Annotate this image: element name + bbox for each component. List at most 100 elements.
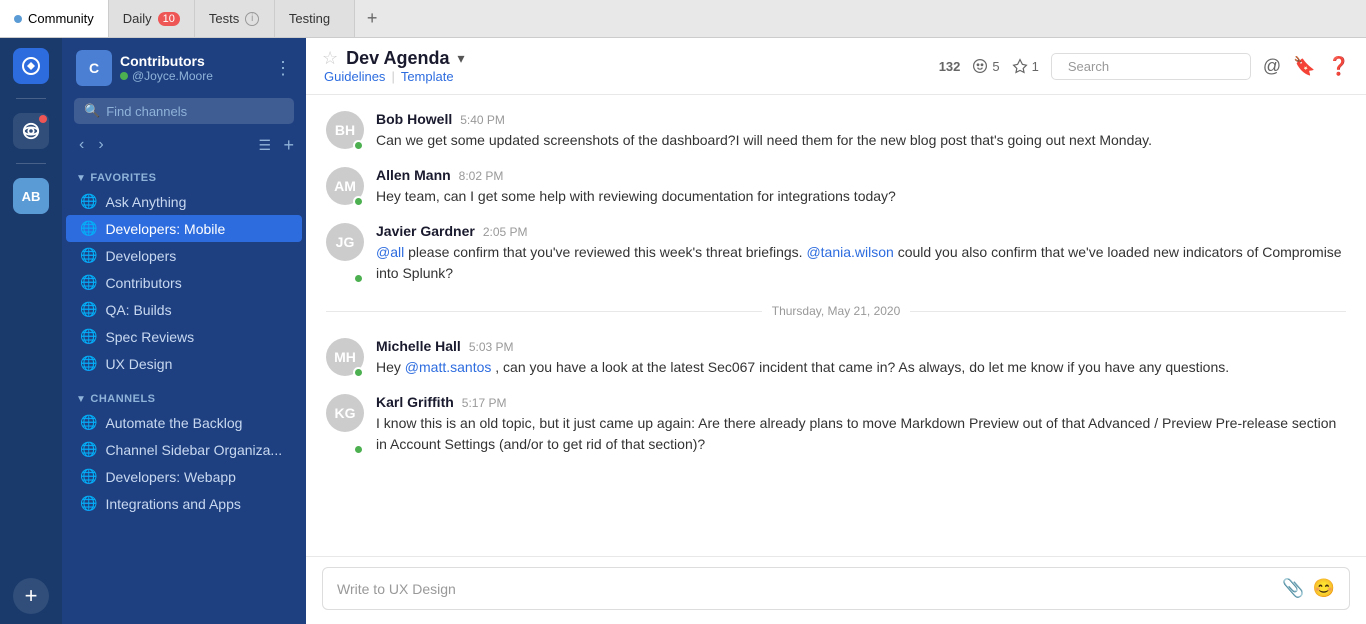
ab-button[interactable]: AB bbox=[13, 178, 49, 214]
username-row: @Joyce.Moore bbox=[120, 69, 266, 83]
bob-howell-online-badge bbox=[353, 140, 364, 151]
karl-griffith-time: 5:17 PM bbox=[462, 396, 507, 410]
messages-area: BH Bob Howell 5:40 PM Can we get some up… bbox=[306, 95, 1366, 556]
message-karl-griffith: KG Karl Griffith 5:17 PM I know this is … bbox=[326, 394, 1346, 455]
tab-testing[interactable]: Testing bbox=[275, 0, 355, 37]
javier-text-1: please confirm that you've reviewed this… bbox=[408, 244, 806, 260]
javier-gardner-msg-header: Javier Gardner 2:05 PM bbox=[376, 223, 1346, 239]
allen-mann-online-badge bbox=[353, 196, 364, 207]
template-link[interactable]: Template bbox=[401, 69, 454, 84]
attachment-icon[interactable]: 📎 bbox=[1282, 578, 1304, 599]
channel-globe-icon: 🌐 bbox=[80, 220, 97, 237]
reactions-count: 5 bbox=[992, 59, 999, 74]
tab-tests[interactable]: Tests i bbox=[195, 0, 275, 37]
message-allen-mann: AM Allen Mann 8:02 PM Hey team, can I ge… bbox=[326, 167, 1346, 207]
pin-icon bbox=[1012, 58, 1028, 74]
main-layout: AB + C Contributors @Joyce.Moore ⋮ 🔍 ‹ bbox=[0, 38, 1366, 624]
reaction-icon bbox=[972, 58, 988, 74]
channel-name-dropdown-icon[interactable]: ▾ bbox=[458, 50, 465, 67]
channel-item-label: Developers: Webapp bbox=[105, 469, 235, 485]
michelle-hall-text: Hey @matt.santos , can you have a look a… bbox=[376, 357, 1346, 378]
nav-back-button[interactable]: ‹ bbox=[74, 134, 89, 156]
mention-all: @all bbox=[376, 244, 404, 260]
user-info: Contributors @Joyce.Moore bbox=[120, 53, 266, 83]
sidebar-menu-button[interactable]: ⋮ bbox=[274, 58, 292, 79]
channel-item-ask-anything[interactable]: 🌐 Ask Anything bbox=[66, 188, 302, 215]
karl-griffith-author: Karl Griffith bbox=[376, 394, 454, 410]
spy-icon-btn[interactable] bbox=[13, 113, 49, 149]
help-button[interactable]: ❓ bbox=[1328, 56, 1350, 77]
header-right: 132 5 1 @ 🔖 ❓ bbox=[939, 53, 1350, 80]
allen-mann-text: Hey team, can I get some help with revie… bbox=[376, 186, 1346, 207]
allen-mann-msg-header: Allen Mann 8:02 PM bbox=[376, 167, 1346, 183]
javier-gardner-message-body: Javier Gardner 2:05 PM @all please confi… bbox=[376, 223, 1346, 284]
workspace-avatar-initials: C bbox=[76, 50, 112, 86]
tab-community[interactable]: Community bbox=[0, 0, 109, 37]
app-icon[interactable] bbox=[13, 48, 49, 84]
message-input-area: 📎 😊 bbox=[306, 556, 1366, 624]
sidebar-divider-1 bbox=[16, 98, 46, 99]
at-mention-button[interactable]: @ bbox=[1263, 56, 1281, 77]
michelle-hall-message-body: Michelle Hall 5:03 PM Hey @matt.santos ,… bbox=[376, 338, 1346, 378]
links-separator: | bbox=[391, 69, 394, 84]
michelle-text-2: , can you have a look at the latest Sec0… bbox=[495, 359, 1229, 375]
tab-tests-info: i bbox=[245, 12, 259, 26]
message-input[interactable] bbox=[337, 581, 1274, 597]
channel-item-developers[interactable]: 🌐 Developers bbox=[66, 242, 302, 269]
channel-item-label: Automate the Backlog bbox=[105, 415, 242, 431]
nav-add-button[interactable]: + bbox=[283, 135, 294, 156]
javier-gardner-online-badge bbox=[353, 273, 364, 284]
channels-label: CHANNELS bbox=[90, 393, 155, 405]
pins-count: 1 bbox=[1032, 59, 1039, 74]
channel-header-top: ☆ Dev Agenda ▾ bbox=[322, 48, 465, 69]
channel-name: Dev Agenda bbox=[346, 48, 449, 69]
channel-item-label: Spec Reviews bbox=[105, 329, 194, 345]
message-bob-howell: BH Bob Howell 5:40 PM Can we get some up… bbox=[326, 111, 1346, 151]
channel-search-input[interactable] bbox=[1068, 59, 1244, 74]
bookmark-button[interactable]: 🔖 bbox=[1293, 56, 1315, 77]
message-count-stat: 132 bbox=[939, 59, 961, 74]
channel-globe-icon: 🌐 bbox=[80, 414, 97, 431]
channel-item-contributors[interactable]: 🌐 Contributors bbox=[66, 269, 302, 296]
bob-howell-msg-header: Bob Howell 5:40 PM bbox=[376, 111, 1346, 127]
channel-item-label: Contributors bbox=[105, 275, 181, 291]
notif-dot bbox=[39, 115, 47, 123]
michelle-text-1: Hey bbox=[376, 359, 405, 375]
bob-howell-time: 5:40 PM bbox=[460, 113, 505, 127]
channel-item-label: Developers: Mobile bbox=[105, 221, 225, 237]
nav-filter-button[interactable]: ☰ bbox=[258, 137, 271, 154]
icon-sidebar: AB + bbox=[0, 38, 62, 624]
channel-item-developers-webapp[interactable]: 🌐 Developers: Webapp bbox=[66, 463, 302, 490]
tab-daily[interactable]: Daily 10 bbox=[109, 0, 195, 37]
channel-item-qa-builds[interactable]: 🌐 QA: Builds bbox=[66, 296, 302, 323]
tab-tests-label: Tests bbox=[209, 11, 239, 26]
channel-item-developers-mobile[interactable]: 🌐 Developers: Mobile bbox=[66, 215, 302, 242]
message-count: 132 bbox=[939, 59, 961, 74]
channel-item-integrations[interactable]: 🌐 Integrations and Apps bbox=[66, 490, 302, 517]
channel-item-automate-backlog[interactable]: 🌐 Automate the Backlog bbox=[66, 409, 302, 436]
find-channels-search[interactable]: 🔍 bbox=[74, 98, 294, 124]
favorites-label: FAVORITES bbox=[90, 172, 156, 184]
nav-forward-button[interactable]: › bbox=[93, 134, 108, 156]
karl-griffith-msg-header: Karl Griffith 5:17 PM bbox=[376, 394, 1346, 410]
javier-gardner-time: 2:05 PM bbox=[483, 225, 528, 239]
channel-item-ux-design[interactable]: 🌐 UX Design bbox=[66, 350, 302, 377]
message-michelle-hall: MH Michelle Hall 5:03 PM Hey @matt.santo… bbox=[326, 338, 1346, 378]
channel-search-box[interactable] bbox=[1051, 53, 1251, 80]
online-status-dot bbox=[120, 72, 128, 80]
favorites-section-header[interactable]: ▼ FAVORITES bbox=[62, 164, 306, 188]
find-channels-input[interactable] bbox=[106, 104, 284, 119]
tab-add-button[interactable]: + bbox=[355, 8, 390, 29]
channel-item-channel-sidebar[interactable]: 🌐 Channel Sidebar Organiza... bbox=[66, 436, 302, 463]
channel-header: ☆ Dev Agenda ▾ Guidelines | Template 132… bbox=[306, 38, 1366, 95]
channel-header-links: Guidelines | Template bbox=[324, 69, 465, 84]
emoji-icon[interactable]: 😊 bbox=[1313, 578, 1335, 599]
star-icon[interactable]: ☆ bbox=[322, 48, 338, 69]
channel-item-spec-reviews[interactable]: 🌐 Spec Reviews bbox=[66, 323, 302, 350]
channel-item-label: Integrations and Apps bbox=[105, 496, 240, 512]
add-workspace-button[interactable]: + bbox=[13, 578, 49, 614]
guidelines-link[interactable]: Guidelines bbox=[324, 69, 385, 84]
channels-section-header[interactable]: ▼ CHANNELS bbox=[62, 385, 306, 409]
allen-mann-time: 8:02 PM bbox=[459, 169, 504, 183]
channel-item-label: QA: Builds bbox=[105, 302, 171, 318]
